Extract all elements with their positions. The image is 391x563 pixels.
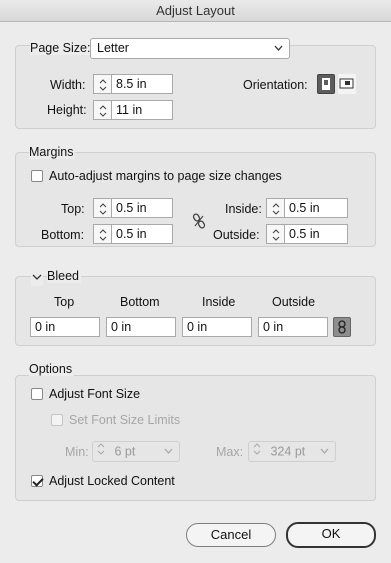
min-font-value: 6 pt [114,444,136,459]
chevron-down-icon [164,442,173,467]
adjust-font-size-label: Adjust Font Size [49,387,141,401]
portrait-icon [322,78,330,90]
margin-outside-stepper[interactable] [266,224,284,244]
set-font-size-limits-label: Set Font Size Limits [69,413,181,427]
margin-outside-field[interactable]: 0.5 in [284,224,348,244]
width-label: Width: [50,78,86,92]
bleed-collapse-chevron-icon[interactable] [31,271,43,286]
margin-bottom-label: Bottom: [41,228,85,242]
min-font-label: Min: [65,445,89,459]
height-label: Height: [47,103,87,117]
margin-top-label: Top: [61,202,85,216]
ok-button[interactable]: OK [286,522,376,548]
margin-inside-label: Inside: [225,202,262,216]
landscape-orientation-button[interactable] [338,74,356,94]
bleed-top-label: Top [54,295,75,309]
margin-inside-field[interactable]: 0.5 in [284,198,348,218]
chevron-down-icon [320,442,329,467]
page-size-value: Letter [97,41,129,55]
chain-link-icon[interactable] [192,213,206,232]
bleed-top-field[interactable]: 0 in [30,317,100,337]
width-field[interactable]: 8.5 in [111,74,173,94]
bleed-bottom-label: Bottom [120,295,160,309]
adjust-locked-content-label: Adjust Locked Content [49,474,175,488]
max-font-size-select[interactable]: 324 pt [248,441,336,462]
bleed-inside-field[interactable]: 0 in [182,317,252,337]
max-font-label: Max: [216,445,244,459]
height-stepper[interactable] [93,100,111,120]
portrait-orientation-button[interactable] [317,74,335,94]
bleed-section-label: Bleed [47,269,81,283]
margin-bottom-stepper[interactable] [93,224,111,244]
chain-link-icon [338,320,346,334]
margin-top-field[interactable]: 0.5 in [111,198,173,218]
set-font-size-limits-checkbox[interactable] [51,414,63,426]
window-title: Adjust Layout [0,0,391,22]
margins-section-label: Margins [29,145,76,159]
chevron-down-icon [274,39,283,64]
landscape-icon [339,78,354,89]
orientation-label: Orientation: [243,78,308,92]
margin-top-stepper[interactable] [93,198,111,218]
margin-inside-stepper[interactable] [266,198,284,218]
options-section-label: Options [29,362,75,376]
max-font-value: 324 pt [270,444,306,459]
bleed-outside-field[interactable]: 0 in [258,317,328,337]
bleed-outside-label: Outside [272,295,316,309]
adjust-locked-content-checkbox[interactable] [31,475,43,487]
bleed-bottom-field[interactable]: 0 in [106,317,176,337]
cancel-button[interactable]: Cancel [186,523,276,547]
page-size-select[interactable]: Letter [90,38,290,59]
margin-bottom-field[interactable]: 0.5 in [111,224,173,244]
auto-adjust-margins-label: Auto-adjust margins to page size changes [49,169,282,183]
width-stepper[interactable] [93,74,111,94]
margin-outside-label: Outside: [213,228,260,242]
min-font-size-select[interactable]: 6 pt [92,441,180,462]
page-size-label: Page Size: [30,41,93,55]
auto-adjust-margins-checkbox[interactable] [31,170,43,182]
bleed-link-button[interactable] [333,317,351,337]
bleed-inside-label: Inside [202,295,236,309]
stepper-icon [253,442,267,462]
height-field[interactable]: 11 in [111,100,173,120]
stepper-icon [97,442,111,462]
adjust-font-size-checkbox[interactable] [31,388,43,400]
